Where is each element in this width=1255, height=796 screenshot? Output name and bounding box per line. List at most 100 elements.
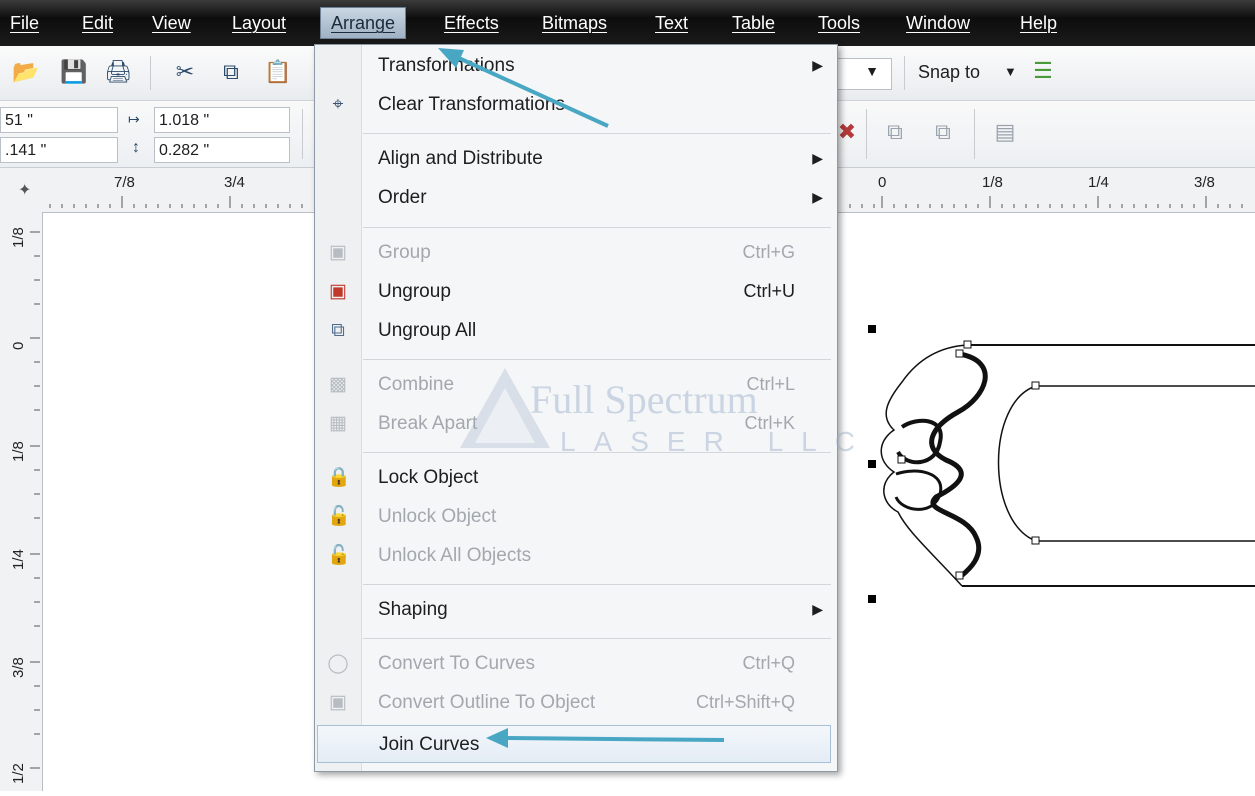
menu-item-label: Lock Object	[378, 467, 479, 488]
menu-separator	[363, 227, 831, 228]
toolbar-separator	[150, 56, 151, 90]
menu-item-group[interactable]: ▣ Group Ctrl+G	[315, 234, 835, 272]
menu-edit[interactable]: Edit	[80, 9, 115, 37]
ruler-ticks	[30, 231, 40, 769]
submenu-arrow-icon: ▶	[812, 150, 823, 166]
menu-item-join-curves[interactable]: Join Curves	[317, 725, 831, 763]
ruler-label: 0	[10, 341, 27, 350]
menu-bar: File Edit View Layout Arrange Effects Bi…	[0, 0, 1255, 46]
unlock-icon: 🔓	[327, 506, 351, 527]
height-icon: ↕	[132, 139, 140, 156]
menu-item-ungroup-all[interactable]: ⧉ Ungroup All	[315, 312, 835, 350]
ungroup-icon: ▣	[329, 281, 347, 302]
menu-shortcut: Ctrl+U	[743, 281, 795, 301]
menu-item-label: Order	[378, 187, 427, 208]
menu-item-unlock-object[interactable]: 🔓 Unlock Object	[315, 498, 835, 536]
convert-curves-icon: ◯	[327, 653, 349, 674]
vertical-ruler[interactable]: 1/8 0 1/8 1/4 3/8 1/2	[0, 212, 43, 791]
ungroup-all-icon: ⧉	[331, 320, 345, 341]
menu-text[interactable]: Text	[653, 9, 690, 37]
cut-icon[interactable]: ✂	[172, 59, 198, 85]
menu-item-order[interactable]: Order ▶	[315, 179, 835, 217]
ruler-label: 3/8	[1194, 174, 1215, 191]
menu-layout[interactable]: Layout	[230, 9, 288, 37]
watermark-subtext: LASER LLC	[560, 426, 873, 457]
copy-icon[interactable]: ⧉	[218, 59, 244, 85]
menu-shortcut: Ctrl+Q	[742, 653, 795, 673]
y-position-field[interactable]: .141 "	[0, 137, 118, 163]
chevron-down-icon: ▼	[865, 63, 879, 79]
menu-item-label: Clear Transformations	[378, 94, 565, 115]
snap-to-label[interactable]: Snap to	[918, 62, 980, 83]
menu-window[interactable]: Window	[904, 9, 972, 37]
menu-item-align-distribute[interactable]: Align and Distribute ▶	[315, 140, 835, 178]
menu-table[interactable]: Table	[730, 9, 777, 37]
open-folder-icon[interactable]: 📂	[12, 59, 39, 85]
submenu-arrow-icon: ▶	[812, 601, 823, 617]
menu-view[interactable]: View	[150, 9, 193, 37]
convert-outline-icon: ▣	[329, 692, 347, 713]
group-icon: ▣	[329, 242, 347, 263]
lock-icon: 🔒	[327, 467, 351, 488]
save-icon[interactable]: 💾	[60, 59, 87, 85]
menu-item-unlock-all[interactable]: 🔓 Unlock All Objects	[315, 537, 835, 575]
snap-options-icon[interactable]: ☰	[1030, 58, 1056, 84]
unlock-all-icon: 🔓	[327, 545, 351, 566]
align-icon[interactable]: ▤	[992, 119, 1018, 145]
menu-shortcut: Ctrl+G	[742, 242, 795, 262]
menu-item-label: Unlock Object	[378, 506, 497, 527]
combine-icon: ▩	[329, 374, 347, 395]
snap-dropdown-icon[interactable]: ▼	[1004, 64, 1017, 79]
menu-bitmaps[interactable]: Bitmaps	[540, 9, 609, 37]
menu-item-label: Shaping	[378, 599, 448, 620]
menu-item-convert-outline[interactable]: ▣ Convert Outline To Object Ctrl+Shift+Q	[315, 684, 835, 722]
menu-item-transformations[interactable]: Transformations ▶	[315, 47, 835, 85]
break-apart-icon: ▦	[329, 413, 347, 434]
clear-transform-icon: ⌖	[332, 94, 344, 115]
combine-icon[interactable]: ⧉	[882, 119, 908, 145]
menu-item-label: Ungroup All	[378, 320, 477, 341]
watermark-text: Full Spectrum	[530, 377, 758, 422]
menu-item-label: Unlock All Objects	[378, 545, 532, 566]
width-icon: ↦	[128, 111, 140, 127]
menu-item-clear-transformations[interactable]: ⌖ Clear Transformations	[315, 86, 835, 124]
toolbar-separator	[866, 109, 867, 159]
menu-item-lock-object[interactable]: 🔒 Lock Object	[315, 459, 835, 497]
height-field[interactable]: 0.282 "	[154, 137, 290, 163]
ruler-label: 1/4	[10, 549, 27, 570]
menu-item-label: Align and Distribute	[378, 148, 543, 169]
ruler-label: 1/8	[10, 227, 27, 248]
toolbar-separator	[302, 109, 303, 159]
paste-icon[interactable]: 📋	[264, 59, 291, 85]
menu-item-label: Combine	[378, 374, 455, 395]
menu-item-shaping[interactable]: Shaping ▶	[315, 591, 835, 629]
menu-separator	[363, 638, 831, 639]
zoom-dropdown[interactable]: ▼	[836, 58, 892, 90]
menu-tools[interactable]: Tools	[816, 9, 862, 37]
print-icon[interactable]: 🖨	[104, 59, 132, 85]
ruler-label: 1/2	[10, 763, 27, 784]
menu-arrange[interactable]: Arrange	[320, 7, 407, 39]
ruler-label: 1/8	[10, 441, 27, 462]
ruler-label: 3/8	[10, 657, 27, 678]
submenu-arrow-icon: ▶	[812, 57, 823, 73]
width-field[interactable]: 1.018 "	[154, 107, 290, 133]
menu-item-label: Transformations	[378, 55, 515, 76]
ruler-label: 3/4	[224, 174, 245, 191]
break-apart-icon[interactable]: ⧉	[930, 119, 956, 145]
menu-item-convert-curves[interactable]: ◯ Convert To Curves Ctrl+Q	[315, 645, 835, 683]
menu-effects[interactable]: Effects	[442, 9, 501, 37]
menu-separator	[363, 359, 831, 360]
selected-curve-object[interactable]	[836, 212, 1255, 791]
menu-item-label: Ungroup	[378, 281, 451, 302]
x-position-field[interactable]: 51 "	[0, 107, 118, 133]
toolbar-separator	[974, 109, 975, 159]
ruler-label: 7/8	[114, 174, 135, 191]
menu-item-label: Convert Outline To Object	[378, 692, 596, 713]
menu-help[interactable]: Help	[1018, 9, 1059, 37]
drawing-canvas[interactable]	[836, 212, 1255, 791]
ruler-label: 1/8	[982, 174, 1003, 191]
menu-item-ungroup[interactable]: ▣ Ungroup Ctrl+U	[315, 273, 835, 311]
menu-file[interactable]: File	[8, 9, 41, 37]
toolbar-separator	[904, 56, 905, 90]
